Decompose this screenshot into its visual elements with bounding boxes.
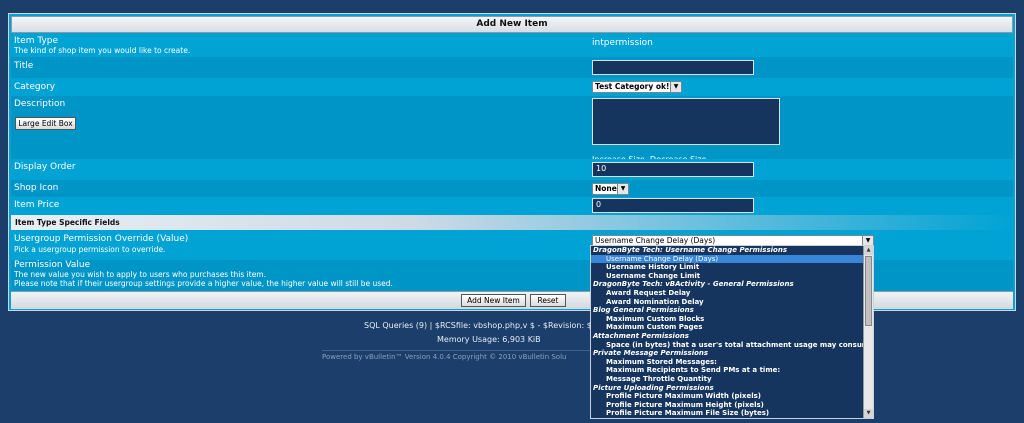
category-selected: Test Category ok!? — [595, 82, 674, 91]
dropdown-option[interactable]: Space (in bytes) that a user's total att… — [591, 341, 873, 350]
title-label: Title — [14, 61, 34, 71]
scroll-up-icon[interactable]: ▲ — [864, 246, 873, 255]
dropdown-group-label: DragonByte Tech: vBActivity - General Pe… — [593, 280, 794, 289]
description-textarea[interactable] — [592, 98, 780, 145]
chevron-down-icon: ▼ — [670, 82, 681, 92]
dropdown-option[interactable]: Username Change Delay (Days) — [591, 254, 873, 264]
description-label: Description — [14, 99, 66, 109]
item-type-value: intpermission — [592, 38, 653, 48]
dropdown-option[interactable]: Message Throttle Quantity — [591, 375, 873, 384]
usergroup-override-desc: Pick a usergroup permission to override. — [14, 245, 166, 254]
row-item-type: Item Type The kind of shop item you woul… — [11, 33, 1013, 57]
dropdown-option[interactable]: Maximum Custom Blocks — [591, 315, 873, 324]
shop-icon-selected: None — [595, 184, 617, 193]
row-description: Description Large Edit Box Increase Size… — [11, 96, 1013, 164]
scroll-thumb[interactable] — [865, 256, 872, 326]
item-price-input[interactable]: 0 — [592, 198, 754, 213]
category-select[interactable]: Test Category ok!? ▼ — [592, 81, 682, 93]
item-price-label: Item Price — [14, 200, 60, 210]
shop-icon-select[interactable]: None ▼ — [592, 183, 629, 195]
row-shop-icon: Shop Icon None ▼ — [11, 180, 1013, 197]
dropdown-option[interactable]: Award Nomination Delay — [591, 298, 873, 307]
dropdown-option[interactable]: Maximum Custom Pages — [591, 323, 873, 332]
chevron-down-icon: ▼ — [617, 184, 628, 194]
dropdown-group-label: Blog General Permissions — [593, 306, 694, 315]
form-header: Add New Item — [11, 16, 1013, 33]
footer-divider — [322, 350, 592, 351]
title-input[interactable] — [592, 60, 754, 75]
row-title: Title — [11, 57, 1013, 78]
dropdown-option[interactable]: Username History Limit — [591, 263, 873, 272]
section-header: Item Type Specific Fields — [11, 215, 1013, 230]
row-display-order: Display Order 10 — [11, 159, 1013, 180]
shop-icon-label: Shop Icon — [14, 183, 59, 193]
permission-value-label: Permission Value — [14, 260, 91, 270]
large-edit-box-button[interactable]: Large Edit Box — [15, 117, 76, 130]
display-order-label: Display Order — [14, 162, 76, 172]
usergroup-override-label: Usergroup Permission Override (Value) — [14, 234, 189, 244]
dropdown-option[interactable]: Profile Picture Maximum Height (pixels) — [591, 401, 873, 410]
dropdown-group-label: Private Message Permissions — [593, 349, 709, 358]
row-category: Category Test Category ok!? ▼ — [11, 78, 1013, 96]
dropdown-scrollbar[interactable]: ▲ ▼ — [863, 246, 873, 418]
reset-button[interactable]: Reset — [530, 294, 566, 307]
permission-value-desc-1: The new value you wish to apply to users… — [14, 270, 266, 279]
permission-dropdown-list[interactable]: DragonByte Tech: Username Change Permiss… — [590, 245, 874, 419]
dropdown-option[interactable]: Profile Picture Maximum Width (pixels) — [591, 392, 873, 401]
dropdown-group-label: Picture Uploading Permissions — [593, 383, 714, 392]
dropdown-option[interactable]: Profile Picture Maximum File Size (bytes… — [591, 409, 873, 418]
usergroup-override-selected: Username Change Delay (Days) — [595, 236, 716, 245]
add-new-item-button[interactable]: Add New Item — [461, 294, 526, 307]
permission-value-desc-2: Please note that if their usergroup sett… — [14, 279, 393, 288]
row-item-price: Item Price 0 — [11, 197, 1013, 215]
item-type-desc: The kind of shop item you would like to … — [14, 46, 191, 55]
category-label: Category — [14, 82, 56, 92]
memory-usage-text: Memory Usage: 6,903 KiB — [437, 335, 541, 344]
display-order-input[interactable]: 10 — [592, 162, 754, 177]
dropdown-group-label: DragonByte Tech: Username Change Permiss… — [593, 246, 787, 254]
dropdown-group-label: Attachment Permissions — [593, 331, 689, 340]
scroll-down-icon[interactable]: ▼ — [864, 409, 873, 418]
dropdown-option[interactable]: Award Request Delay — [591, 289, 873, 298]
copyright-text: Powered by vBulletin™ Version 4.0.4 Copy… — [322, 353, 567, 361]
dropdown-options: DragonByte Tech: Username Change Permiss… — [591, 246, 873, 418]
dropdown-option[interactable]: Maximum Recipients to Send PMs at a time… — [591, 366, 873, 375]
item-type-label: Item Type — [14, 36, 59, 46]
dropdown-option[interactable]: Username Change Limit — [591, 272, 873, 281]
dropdown-option[interactable]: Maximum Stored Messages: — [591, 358, 873, 367]
sql-queries-text: SQL Queries (9) | $RCSfile: vbshop.php,v… — [364, 321, 600, 330]
